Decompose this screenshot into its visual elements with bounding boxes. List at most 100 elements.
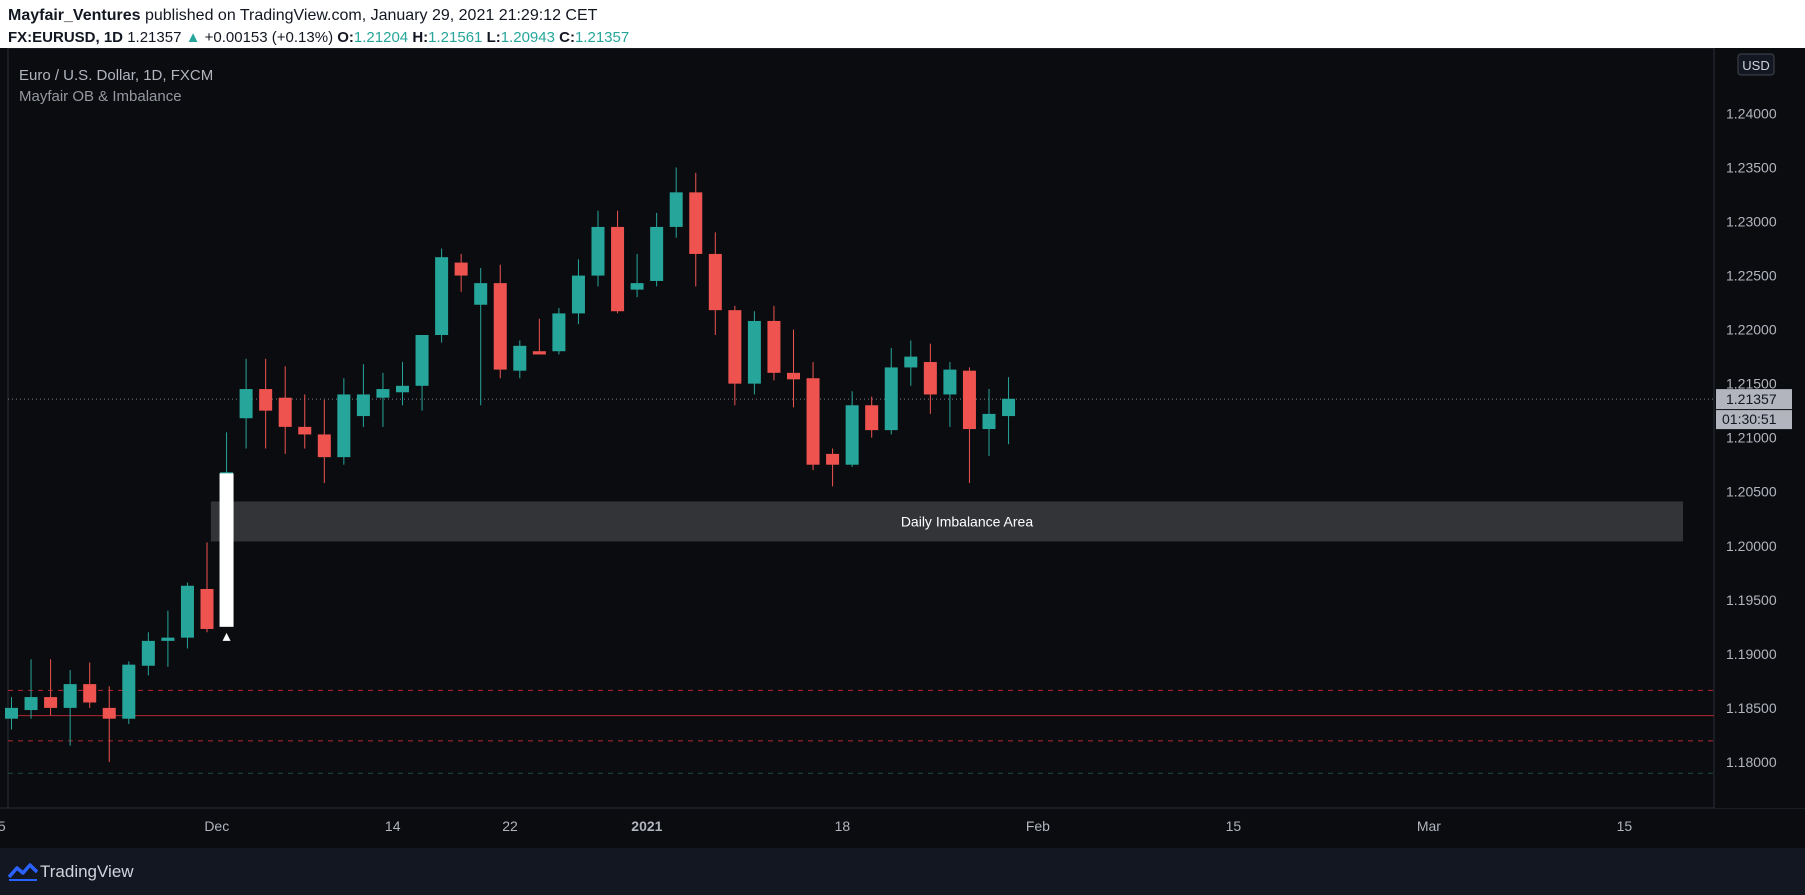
- candle-body: [454, 262, 468, 276]
- candle-body: [337, 394, 351, 458]
- ohlc-legend: FX:EURUSD, 1D 1.21357 ▲ +0.00153 (+0.13%…: [8, 29, 629, 46]
- tradingview-logo-icon: [8, 863, 38, 881]
- symbol-label: FX:EURUSD,: [8, 29, 100, 46]
- y-tick-label: 1.20000: [1726, 538, 1777, 554]
- open-label: O:: [337, 29, 354, 46]
- close-label: C:: [559, 29, 575, 46]
- open-value: 1.21204: [353, 29, 409, 46]
- candle-body: [435, 257, 449, 336]
- candle-body: [552, 313, 566, 352]
- plot-frame: [7, 48, 1715, 809]
- candle-body: [669, 192, 683, 227]
- y-tick-label: 1.18000: [1726, 754, 1777, 770]
- candle-body: [826, 453, 840, 465]
- candle-body: [904, 356, 918, 368]
- candle-body: [513, 345, 527, 371]
- candle-body: [630, 283, 644, 290]
- currency-label: USD: [1742, 58, 1769, 73]
- candle-body: [728, 310, 742, 384]
- candle-body: [317, 434, 331, 458]
- y-tick-label: 1.22000: [1726, 322, 1777, 338]
- author-name[interactable]: Mayfair_Ventures: [8, 7, 141, 24]
- candle-body: [356, 394, 370, 417]
- candle-body: [298, 426, 312, 435]
- candle-body: [102, 707, 116, 719]
- candle-body: [122, 664, 136, 719]
- candle-body: [747, 320, 761, 384]
- candle-body: [376, 389, 390, 398]
- candle-body: [1002, 398, 1016, 417]
- imbalance-zone-label: Daily Imbalance Area: [901, 513, 1034, 529]
- candle-body: [962, 370, 976, 430]
- candle-body: [44, 697, 58, 708]
- candle-body: [591, 226, 605, 276]
- candle-body: [200, 589, 214, 629]
- published-text: published on TradingView.com, January 29…: [144, 7, 598, 24]
- y-tick-label: 1.23500: [1726, 159, 1777, 175]
- y-tick-label: 1.23000: [1726, 214, 1777, 230]
- candle-body: [141, 640, 155, 666]
- candle-body: [708, 253, 722, 311]
- y-tick-label: 1.19500: [1726, 592, 1777, 608]
- candle-body: [611, 226, 625, 312]
- candle-body: [493, 283, 507, 370]
- candle-body: [63, 684, 77, 708]
- x-tick-label: Feb: [1026, 818, 1050, 834]
- candle-body: [83, 684, 97, 703]
- candle-body: [180, 585, 194, 638]
- chart-title: Euro / U.S. Dollar, 1D, FXCM: [19, 67, 214, 84]
- last-price-label: 1.21357: [1726, 391, 1777, 407]
- x-tick-label: Mar: [1417, 818, 1441, 834]
- candle-body: [278, 397, 292, 427]
- publish-info: Mayfair_Ventures published on TradingVie…: [8, 7, 597, 25]
- candle-body: [982, 413, 996, 430]
- x-tick-label: Dec: [204, 818, 229, 834]
- price-chart[interactable]: Daily Imbalance Area 1.18000 1.18500 1.1900…: [0, 48, 1805, 848]
- marker-up-arrow-icon: [222, 632, 231, 641]
- candle-body: [474, 283, 488, 305]
- low-label: L:: [486, 29, 501, 46]
- y-tick-label: 1.18500: [1726, 700, 1777, 716]
- indicator-name[interactable]: Mayfair OB & Imbalance: [19, 88, 182, 105]
- interval-label: 1D: [103, 29, 124, 46]
- candle-body: [650, 226, 664, 281]
- x-tick-label: 15: [1617, 818, 1633, 834]
- candle-body: [259, 389, 273, 411]
- ob-marker-bar: [219, 473, 234, 627]
- x-tick-label: 14: [385, 818, 401, 834]
- change-value: +0.00153 (+0.13%): [204, 29, 334, 46]
- y-tick-label: 1.20500: [1726, 484, 1777, 500]
- candle-body: [923, 362, 937, 395]
- candle-body: [532, 351, 546, 355]
- footer-bar: TradingView: [0, 848, 1805, 895]
- y-tick-label: 1.21000: [1726, 430, 1777, 446]
- high-label: H:: [412, 29, 429, 46]
- candle-body: [787, 372, 800, 380]
- last-price: 1.21357: [127, 29, 182, 46]
- low-value: 1.20943: [500, 29, 555, 46]
- candle-body: [884, 367, 898, 431]
- candle-body: [845, 405, 859, 465]
- high-value: 1.21561: [428, 29, 483, 46]
- up-arrow-icon: ▲: [185, 29, 201, 46]
- candle-body: [24, 697, 38, 711]
- x-tick-label: 18: [835, 818, 851, 834]
- candle-body: [571, 275, 585, 314]
- x-tick-label: 22: [502, 818, 518, 834]
- chart-area[interactable]: Daily Imbalance Area 1.18000 1.18500 1.1900…: [0, 48, 1805, 848]
- candle-body: [806, 378, 820, 465]
- candle-body: [5, 707, 18, 719]
- close-value: 1.21357: [574, 29, 630, 46]
- candle-body: [161, 637, 175, 641]
- x-tick-label: 15: [1226, 818, 1242, 834]
- y-tick-label: 1.19000: [1726, 646, 1777, 662]
- y-tick-label: 1.24000: [1726, 105, 1777, 121]
- tradingview-brand[interactable]: TradingView: [40, 862, 134, 882]
- y-tick-label: 1.22500: [1726, 268, 1777, 284]
- candle-body: [689, 192, 703, 254]
- countdown-label: 01:30:51: [1722, 411, 1777, 427]
- x-tick-label: 5: [0, 818, 6, 834]
- publish-header: Mayfair_Ventures published on TradingVie…: [0, 0, 1805, 48]
- candle-body: [396, 385, 409, 393]
- candle-body: [943, 369, 957, 395]
